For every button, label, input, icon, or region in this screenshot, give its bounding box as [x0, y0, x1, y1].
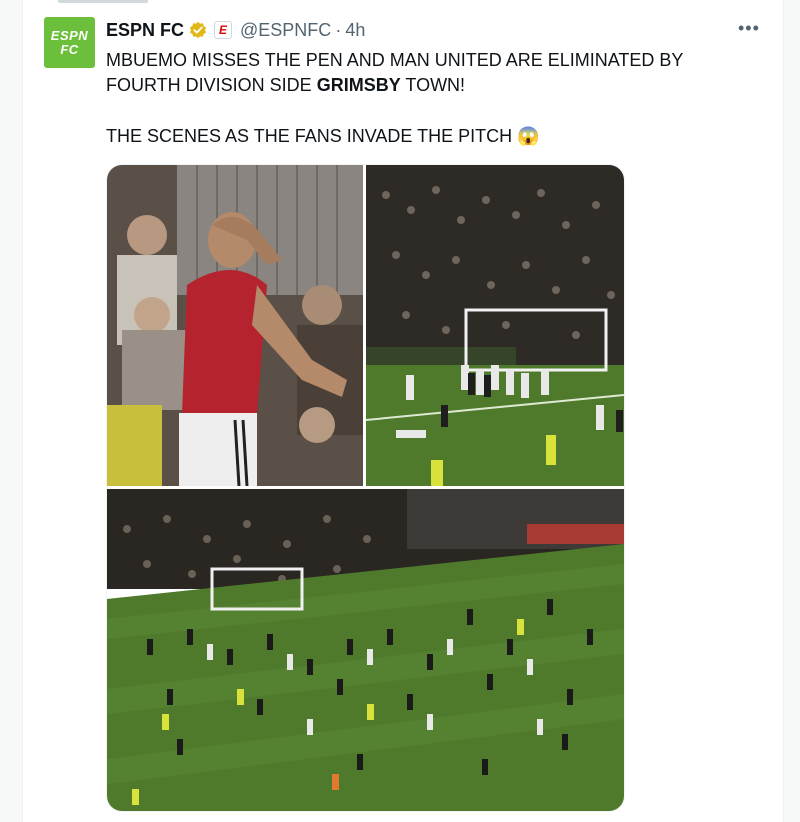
handle[interactable]: @ESPNFC — [240, 20, 331, 41]
shocked-face-emoji: 😱 — [517, 126, 540, 146]
avatar-logo-line1: ESPN — [50, 28, 89, 43]
tweet-card[interactable]: ESPN FC ESPN FC E @ESPNFC · 4h ••• MBUEM… — [22, 0, 784, 822]
more-options-icon[interactable]: ••• — [738, 19, 760, 37]
affiliate-badge-icon[interactable]: E — [214, 21, 233, 39]
timestamp[interactable]: 4h — [345, 20, 365, 41]
tweet-text: MBUEMO MISSES THE PEN AND MAN UNITED ARE… — [106, 48, 756, 149]
tweet-text-line3: THE SCENES AS THE FANS INVADE THE PITCH … — [106, 124, 756, 149]
separator: · — [335, 19, 342, 40]
tweet-text-line1: MBUEMO MISSES THE PEN AND MAN UNITED ARE… — [106, 50, 684, 70]
verified-badge-icon — [189, 21, 207, 39]
text-part: TOWN! — [400, 75, 466, 95]
players-celebrate-goal-photo[interactable] — [366, 165, 624, 486]
tweet-header: ESPN FC E @ESPNFC · 4h — [106, 18, 365, 42]
player-head-in-hands-photo[interactable] — [107, 165, 363, 486]
text-part: FOURTH DIVISION SIDE — [106, 75, 317, 95]
bold-text: GRIMSBY — [316, 75, 401, 95]
media-grid — [106, 164, 625, 812]
tweet-text-line2: FOURTH DIVISION SIDE GRIMSBY TOWN! — [106, 73, 756, 98]
divider — [58, 0, 148, 3]
display-name[interactable]: ESPN FC — [106, 20, 184, 41]
avatar[interactable]: ESPN FC — [44, 17, 95, 68]
text-part: THE SCENES AS THE FANS INVADE THE PITCH — [106, 126, 513, 146]
fans-invade-pitch-photo[interactable] — [107, 489, 624, 811]
avatar-logo-line2: FC — [60, 42, 79, 57]
